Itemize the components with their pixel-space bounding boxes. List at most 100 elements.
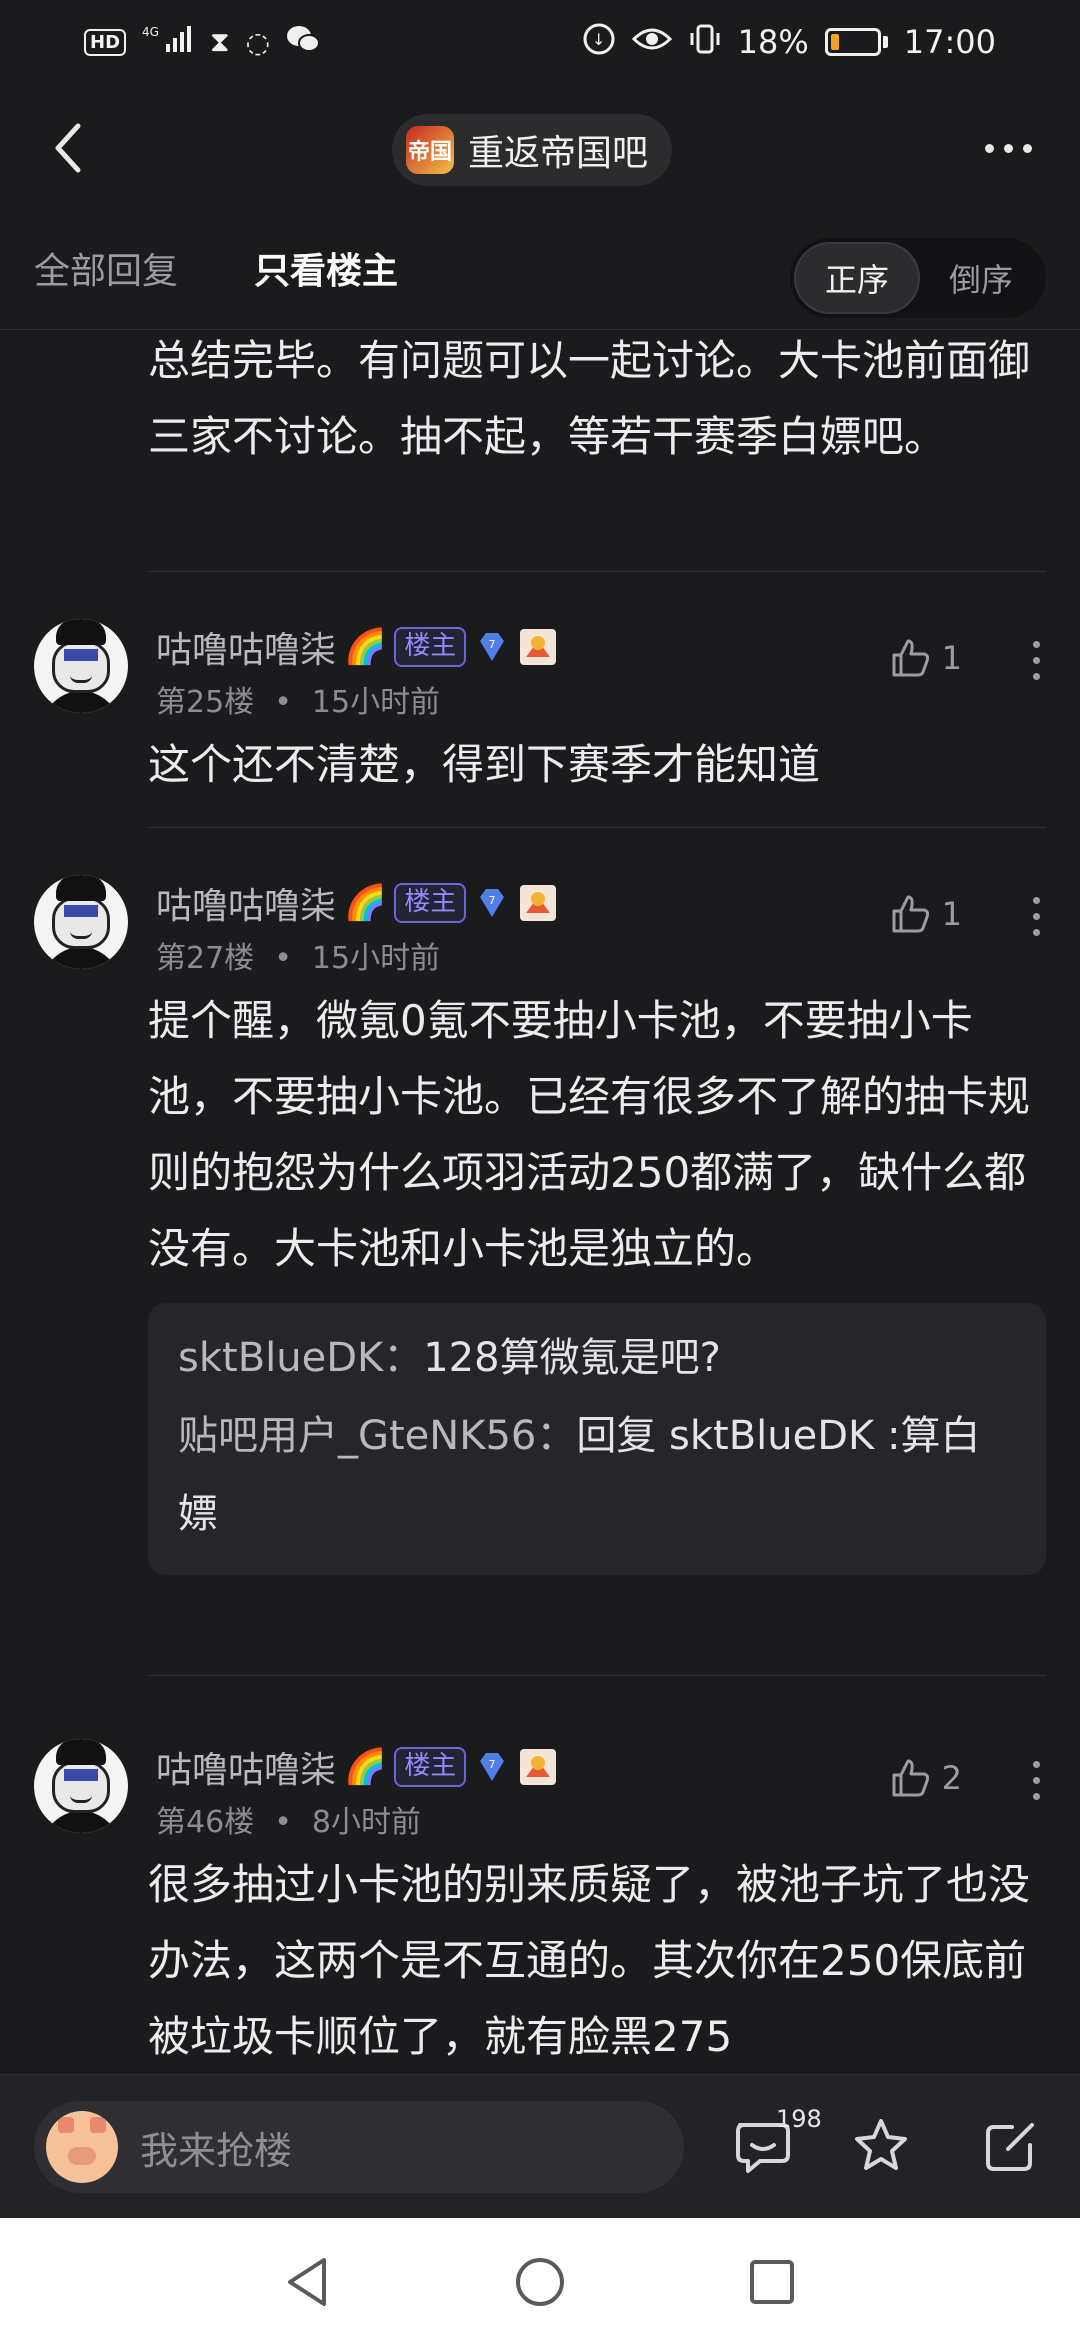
clock-time: 17:00 — [903, 23, 996, 61]
chevron-left-icon — [55, 123, 81, 173]
rainbow-icon: 🌈 — [344, 627, 387, 667]
post-item: 咕噜咕噜柒 🌈 楼主 7 第46楼 • 8小时前 2 很多抽过小卡池的别来质疑了，被… — [0, 1727, 1080, 2074]
post-menu-button[interactable] — [1033, 641, 1040, 680]
level-number: 7 — [489, 638, 496, 651]
reply-input-bar: 我来抢楼 198 — [0, 2074, 1080, 2218]
like-button[interactable]: 1 — [890, 637, 962, 679]
tab-op-only[interactable]: 只看楼主 — [254, 242, 398, 294]
post-meta: 第46楼 • 8小时前 — [156, 1805, 421, 1840]
system-back-button[interactable] — [280, 2254, 336, 2310]
status-bar-left: HD 4G ⧗ ◌ — [84, 24, 321, 61]
post-menu-button[interactable] — [1033, 1761, 1040, 1800]
sub-reply-box[interactable]: sktBlueDK：128算微氪是吧? 贴吧用户_GteNK56：回复 sktB… — [148, 1303, 1046, 1575]
post-item: 咕噜咕噜柒 🌈 楼主 7 第27楼 • 15小时前 1 提个醒，微氪0氪不要抽小卡池… — [0, 863, 1080, 1575]
sub-reply: sktBlueDK：128算微氪是吧? — [178, 1319, 1016, 1397]
more-dot-icon — [1003, 143, 1013, 153]
username-row: 咕噜咕噜柒 🌈 楼主 7 — [156, 1741, 558, 1793]
post-header: 咕噜咕噜柒 🌈 楼主 7 第25楼 • 15小时前 1 — [0, 607, 1080, 727]
signal-icon: 4G — [142, 24, 194, 61]
user-avatar[interactable] — [34, 619, 128, 713]
sort-toggle: 正序 倒序 — [790, 238, 1046, 318]
post-text: 提个醒，微氪0氪不要抽小卡池，不要抽小卡池，不要抽小卡池。已经有很多不了解的抽卡… — [148, 996, 1031, 1273]
username-row: 咕噜咕噜柒 🌈 楼主 7 — [156, 877, 558, 929]
share-button[interactable] — [980, 2115, 1042, 2177]
level-gem-icon: 7 — [474, 1749, 510, 1785]
system-recents-button[interactable] — [744, 2254, 800, 2310]
username[interactable]: 咕噜咕噜柒 — [156, 621, 336, 673]
post-text: 总结完毕。有问题可以一起讨论。大卡池前面御三家不讨论。抽不起，等若干赛季白嫖吧。 — [148, 336, 1031, 461]
post-header: 咕噜咕噜柒 🌈 楼主 7 第27楼 • 15小时前 1 — [0, 863, 1080, 983]
sub-reply-author[interactable]: sktBlueDK： — [178, 1335, 423, 1381]
level-gem-icon: 7 — [474, 885, 510, 921]
svg-text:↓: ↓ — [592, 30, 605, 49]
medal-icon — [518, 883, 558, 923]
sort-ascending-button[interactable]: 正序 — [794, 242, 920, 314]
post-text: 很多抽过小卡池的别来质疑了，被池子坑了也没办法，这两个是不互通的。其次你在250… — [148, 1860, 1031, 2061]
like-button[interactable]: 2 — [890, 1757, 962, 1799]
thumbs-up-icon — [892, 1759, 929, 1797]
post-menu-button[interactable] — [1033, 897, 1040, 936]
eye-icon — [631, 25, 672, 60]
vibrate-icon — [688, 23, 722, 62]
nfc-icon: ↓ — [582, 22, 616, 63]
medal-icon — [518, 627, 558, 667]
more-dot-icon — [984, 143, 994, 153]
comment-count-badge: 198 — [776, 2105, 822, 2133]
forum-chip[interactable]: 帝国 重返帝国吧 — [392, 114, 673, 186]
back-button[interactable] — [40, 120, 96, 176]
medal-icon — [518, 1747, 558, 1787]
forum-logo: 帝国 — [406, 126, 454, 174]
sub-reply: 贴吧用户_GteNK56：回复 sktBlueDK :算白嫖 — [178, 1397, 1016, 1553]
sort-descending-button[interactable]: 倒序 — [920, 242, 1042, 314]
post-list: 总结完毕。有问题可以一起讨论。大卡池前面御三家不讨论。抽不起，等若干赛季白嫖吧。… — [0, 331, 1080, 2074]
username[interactable]: 咕噜咕噜柒 — [156, 1741, 336, 1793]
op-badge: 楼主 — [394, 883, 467, 923]
level-gem-icon: 7 — [474, 629, 510, 665]
rainbow-icon: 🌈 — [344, 883, 387, 923]
post-meta: 第25楼 • 15小时前 — [156, 685, 441, 720]
op-badge: 楼主 — [394, 1747, 467, 1787]
circle-home-icon — [516, 2258, 564, 2306]
user-avatar[interactable] — [34, 1739, 128, 1833]
op-badge: 楼主 — [394, 627, 467, 667]
thumbs-up-icon — [892, 895, 929, 933]
wechat-icon — [286, 24, 321, 61]
sub-reply-text: 128算微氪是吧? — [423, 1335, 721, 1381]
like-count: 2 — [941, 1759, 962, 1797]
divider — [148, 1675, 1046, 1676]
favorite-button[interactable] — [850, 2115, 912, 2177]
network-label: 4G — [142, 25, 159, 39]
username-row: 咕噜咕噜柒 🌈 楼主 7 — [156, 621, 558, 673]
like-button[interactable]: 1 — [890, 893, 962, 935]
sub-reply-author[interactable]: 贴吧用户_GteNK56： — [178, 1413, 576, 1459]
system-home-button[interactable] — [512, 2254, 568, 2310]
user-avatar[interactable] — [34, 875, 128, 969]
user-avatar-pig — [46, 2111, 118, 2183]
username[interactable]: 咕噜咕噜柒 — [156, 877, 336, 929]
hourglass-icon: ⧗ — [210, 25, 230, 58]
square-recents-icon — [750, 2260, 794, 2304]
hd-icon: HD — [84, 28, 127, 56]
post-header: 咕噜咕噜柒 🌈 楼主 7 第46楼 • 8小时前 2 — [0, 1727, 1080, 1847]
top-nav-bar: 帝国 重返帝国吧 — [0, 100, 1080, 196]
post-time: 8小时前 — [311, 1805, 421, 1840]
reply-input-placeholder: 我来抢楼 — [140, 2128, 293, 2173]
sync-icon: ◌ — [245, 25, 271, 59]
filter-tab-bar: 全部回复 只看楼主 正序 倒序 — [0, 232, 1080, 330]
post-text: 这个还不清楚，得到下赛季才能知道 — [148, 740, 821, 789]
share-icon — [986, 2123, 1034, 2171]
status-bar-right: ↓ 18% 17:00 — [582, 22, 996, 63]
system-navigation-bar — [0, 2218, 1080, 2340]
tab-all-replies[interactable]: 全部回复 — [34, 242, 178, 294]
floor-number: 第25楼 — [156, 685, 255, 720]
post-item: 咕噜咕噜柒 🌈 楼主 7 第25楼 • 15小时前 1 这个还不清楚，得到下赛季才能… — [0, 607, 1080, 803]
level-number: 7 — [489, 1758, 496, 1771]
post-time: 15小时前 — [311, 941, 441, 976]
battery-percent: 18% — [737, 23, 809, 61]
more-dot-icon — [1022, 143, 1032, 153]
battery-icon — [824, 28, 888, 56]
more-options-button[interactable] — [976, 120, 1040, 176]
rainbow-icon: 🌈 — [344, 1747, 387, 1787]
reply-input[interactable]: 我来抢楼 — [34, 2101, 684, 2193]
floor-number: 第27楼 — [156, 941, 255, 976]
